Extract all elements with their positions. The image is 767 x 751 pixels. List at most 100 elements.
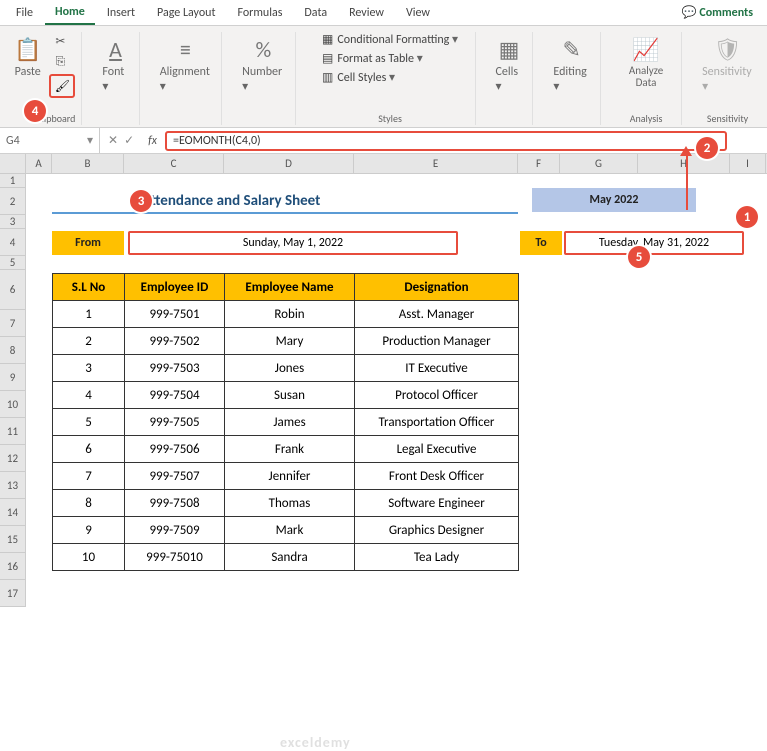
table-row[interactable]: 4999-7504SusanProtocol Officer [53,382,519,409]
cell-eid[interactable]: 999-7501 [125,301,225,328]
fx-icon[interactable]: fx [142,134,163,148]
table-row[interactable]: 6999-7506FrankLegal Executive [53,436,519,463]
col-D[interactable]: D [224,154,354,173]
to-date-cell[interactable]: Tuesday, May 31, 2022 [564,231,744,255]
cells-button[interactable]: ▦ Cells [492,32,527,98]
row-12[interactable]: 12 [0,445,25,472]
table-row[interactable]: 8999-7508ThomasSoftware Engineer [53,490,519,517]
row-6[interactable]: 6 [0,270,25,310]
table-row[interactable]: 5999-7505JamesTransportation Officer [53,409,519,436]
cell-ename[interactable]: Mark [225,517,355,544]
row-2[interactable]: 2 [0,188,25,215]
cell-sl[interactable]: 8 [53,490,125,517]
paste-button[interactable]: 📋 Paste [10,32,45,83]
row-3[interactable]: 3 [0,215,25,229]
col-H[interactable]: H [638,154,730,173]
cell-des[interactable]: Legal Executive [355,436,519,463]
cell-des[interactable]: Protocol Officer [355,382,519,409]
enter-formula-icon[interactable]: ✓ [124,133,134,148]
row-1[interactable]: 1 [0,174,25,188]
cell-des[interactable]: Production Manager [355,328,519,355]
cell-sl[interactable]: 6 [53,436,125,463]
cell-eid[interactable]: 999-7506 [125,436,225,463]
name-box[interactable]: G4 ▾ [0,128,100,153]
cut-icon[interactable]: ✂ [49,32,71,50]
cell-des[interactable]: Front Desk Officer [355,463,519,490]
cell-sl[interactable]: 2 [53,328,125,355]
chevron-down-icon[interactable]: ▾ [87,133,93,148]
row-7[interactable]: 7 [0,310,25,337]
col-G[interactable]: G [560,154,638,173]
row-11[interactable]: 11 [0,418,25,445]
cell-ename[interactable]: James [225,409,355,436]
cell-ename[interactable]: Mary [225,328,355,355]
col-B[interactable]: B [52,154,124,173]
cell-sl[interactable]: 9 [53,517,125,544]
cancel-formula-icon[interactable]: ✕ [108,133,118,148]
cell-sl[interactable]: 10 [53,544,125,571]
row-10[interactable]: 10 [0,391,25,418]
th-des[interactable]: Designation [355,274,519,301]
row-15[interactable]: 15 [0,526,25,553]
table-row[interactable]: 10999-75010SandraTea Lady [53,544,519,571]
cell-sl[interactable]: 5 [53,409,125,436]
table-row[interactable]: 9999-7509MarkGraphics Designer [53,517,519,544]
row-16[interactable]: 16 [0,553,25,580]
row-8[interactable]: 8 [0,337,25,364]
row-4[interactable]: 4 [0,229,25,256]
th-eid[interactable]: Employee ID [125,274,225,301]
number-button[interactable]: % Number [238,32,288,98]
cell-ename[interactable]: Frank [225,436,355,463]
cell-ename[interactable]: Susan [225,382,355,409]
cell-sl[interactable]: 4 [53,382,125,409]
select-all-corner[interactable] [0,154,26,174]
cell-des[interactable]: Software Engineer [355,490,519,517]
cell-ename[interactable]: Jones [225,355,355,382]
tab-data[interactable]: Data [294,2,337,24]
col-I[interactable]: I [730,154,766,173]
col-E[interactable]: E [354,154,518,173]
from-date-cell[interactable]: Sunday, May 1, 2022 [128,231,458,255]
th-ename[interactable]: Employee Name [225,274,355,301]
format-painter-button[interactable]: 🖌 [49,74,75,98]
cell-eid[interactable]: 999-7502 [125,328,225,355]
table-row[interactable]: 2999-7502MaryProduction Manager [53,328,519,355]
row-14[interactable]: 14 [0,499,25,526]
cell-ename[interactable]: Thomas [225,490,355,517]
cell-ename[interactable]: Robin [225,301,355,328]
row-13[interactable]: 13 [0,472,25,499]
cell-eid[interactable]: 999-7509 [125,517,225,544]
col-C[interactable]: C [124,154,224,173]
cell-ename[interactable]: Sandra [225,544,355,571]
tab-home[interactable]: Home [45,1,95,25]
alignment-button[interactable]: ≡ Alignment [156,32,215,98]
table-row[interactable]: 1999-7501RobinAsst. Manager [53,301,519,328]
cell-eid[interactable]: 999-75010 [125,544,225,571]
editing-button[interactable]: ✎ Editing [549,32,593,98]
col-A[interactable]: A [26,154,52,173]
cell-des[interactable]: Tea Lady [355,544,519,571]
cell-sl[interactable]: 7 [53,463,125,490]
tab-formulas[interactable]: Formulas [227,2,292,24]
font-button[interactable]: A Font [98,32,132,98]
table-row[interactable]: 7999-7507JenniferFront Desk Officer [53,463,519,490]
cell-sl[interactable]: 1 [53,301,125,328]
cell-des[interactable]: Graphics Designer [355,517,519,544]
cell-sl[interactable]: 3 [53,355,125,382]
copy-icon[interactable]: ⎘ [49,53,71,71]
tab-file[interactable]: File [6,2,43,24]
tab-insert[interactable]: Insert [97,2,145,24]
formula-bar[interactable]: =EOMONTH(C4,0) [165,131,727,151]
worksheet-content[interactable]: Attendance and Salary Sheet May 2022 Fro… [26,174,744,607]
comments-button[interactable]: Comments [674,1,761,24]
analyze-data-button[interactable]: 📈 Analyze Data [617,32,675,93]
table-row[interactable]: 3999-7503JonesIT Executive [53,355,519,382]
cell-eid[interactable]: 999-7508 [125,490,225,517]
format-as-table-button[interactable]: ▤Format as Table [322,51,458,66]
cell-styles-button[interactable]: ▥Cell Styles [322,70,458,85]
month-cell[interactable]: May 2022 [532,188,696,212]
cell-eid[interactable]: 999-7505 [125,409,225,436]
row-5[interactable]: 5 [0,256,25,270]
row-17[interactable]: 17 [0,580,25,607]
col-F[interactable]: F [518,154,560,173]
